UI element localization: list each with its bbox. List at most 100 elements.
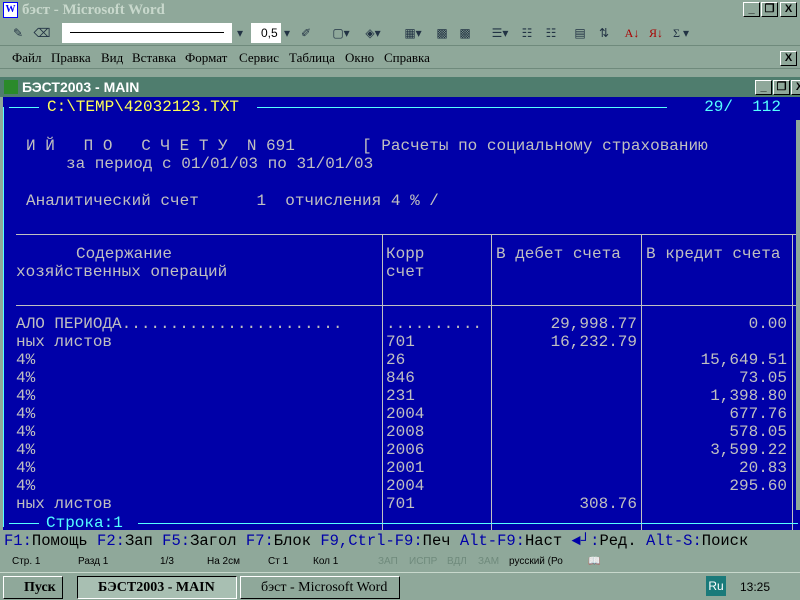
fkey-6[interactable]: ◄┘: — [572, 532, 600, 550]
row-desc: 4% — [16, 477, 36, 495]
menu-table[interactable]: Таблица — [289, 50, 335, 66]
analytic-account: Аналитический счет 1 отчисления 4 % / — [26, 192, 439, 210]
clock: 13:25 — [740, 580, 771, 594]
borders-icon[interactable]: ▢▾ — [326, 23, 356, 43]
row-korr: 2004 — [386, 477, 425, 495]
insert-table-icon[interactable]: ▦▾ — [398, 23, 428, 43]
fkey-3[interactable]: F7: — [246, 532, 274, 550]
scrollbar[interactable] — [796, 120, 800, 510]
restore-button[interactable]: ❐ — [761, 2, 778, 17]
fkey-7[interactable]: Alt-S: — [646, 532, 702, 550]
status-col: Кол 1 — [313, 556, 339, 567]
app-icon — [4, 80, 18, 94]
dos-restore-button[interactable]: ❐ — [773, 80, 790, 95]
chevron-down-icon[interactable]: ▾ — [281, 23, 293, 43]
row-korr: .......... — [386, 315, 483, 333]
row-credit: 15,649.51 — [700, 351, 787, 369]
line-style-select[interactable] — [62, 23, 232, 43]
menu-view[interactable]: Вид — [101, 50, 123, 66]
fkey-2[interactable]: F5: — [162, 532, 190, 550]
task-best[interactable]: БЭСТ2003 - MAIN — [77, 576, 237, 599]
sort-descending-icon[interactable]: Я↓ — [646, 23, 666, 43]
task-word[interactable]: бэст - Microsoft Word — [240, 576, 400, 599]
border-color-icon[interactable]: ✐ — [296, 23, 316, 43]
row-desc: 4% — [16, 405, 36, 423]
header-description-1: Содержание — [76, 245, 173, 263]
row-korr: 2004 — [386, 405, 425, 423]
status-at: На 2см — [207, 556, 240, 567]
status-line-num: Ст 1 — [268, 556, 289, 567]
line-weight-select[interactable]: 0,5 — [251, 23, 281, 43]
status-rec[interactable]: ЗАП — [378, 556, 398, 567]
header-credit: В кредит счета — [646, 245, 781, 263]
row-credit: 1,398.80 — [710, 387, 787, 405]
row-credit: 20.83 — [738, 459, 787, 477]
file-path: C:\TEMP\42032123.TXT — [47, 98, 240, 116]
status-pages: 1/3 — [160, 556, 174, 567]
minimize-button[interactable]: _ — [743, 2, 760, 17]
eraser-icon[interactable]: ⌫ — [32, 23, 52, 43]
fkey-label: Печ — [422, 532, 451, 550]
dos-close-button[interactable]: X — [791, 80, 800, 95]
row-credit: 0.00 — [748, 315, 787, 333]
dos-minimize-button[interactable]: _ — [755, 80, 772, 95]
row-korr: 701 — [386, 333, 415, 351]
row-desc: АЛО ПЕРИОДА....................... — [16, 315, 343, 333]
fkey-5[interactable]: Alt-F9: — [460, 532, 525, 550]
row-korr: 701 — [386, 495, 415, 513]
dos-window-title: БЭСТ2003 - MAIN — [22, 79, 140, 95]
menu-tools[interactable]: Сервис — [239, 50, 279, 66]
status-ext[interactable]: ВДЛ — [447, 556, 467, 567]
spelling-icon[interactable]: 📖 — [588, 556, 600, 567]
fkey-4[interactable]: F9,Ctrl-F9: — [320, 532, 422, 550]
align-icon[interactable]: ☰▾ — [485, 23, 515, 43]
autoformat-icon[interactable]: ▤ — [570, 23, 590, 43]
word-status-bar: Стр. 1 Разд 1 1/3 На 2см Ст 1 Кол 1 ЗАП … — [0, 553, 800, 571]
close-document-button[interactable]: X — [780, 51, 797, 66]
change-direction-icon[interactable]: ⇅ — [594, 23, 614, 43]
row-korr: 846 — [386, 369, 415, 387]
row-desc: ных листов — [16, 333, 113, 351]
autosum-icon[interactable]: Σ ▾ — [668, 23, 694, 43]
menu-window[interactable]: Окно — [345, 50, 374, 66]
row-credit: 578.05 — [729, 423, 787, 441]
merge-cells-icon[interactable]: ▩ — [432, 23, 452, 43]
menu-format[interactable]: Формат — [185, 50, 227, 66]
row-desc: 4% — [16, 441, 36, 459]
word-icon: W — [3, 2, 18, 18]
row-credit: 73.05 — [738, 369, 787, 387]
menu-file[interactable]: Файл — [12, 50, 42, 66]
language-indicator[interactable]: Ru — [706, 576, 726, 596]
fkey-label: Помощь — [31, 532, 88, 550]
status-trk[interactable]: ИСПР — [409, 556, 437, 567]
status-ovr[interactable]: ЗАМ — [478, 556, 499, 567]
close-button[interactable]: X — [780, 2, 797, 17]
row-desc: ных листов — [16, 495, 113, 513]
fkey-label: Поиск — [701, 532, 749, 550]
shading-color-icon[interactable]: ◈▾ — [358, 23, 388, 43]
start-button[interactable]: Пуск — [3, 576, 63, 599]
menu-edit[interactable]: Правка — [51, 50, 91, 66]
dos-console[interactable]: C:\TEMP\42032123.TXT 29/ 112 И Й П О С Ч… — [0, 97, 800, 537]
fkey-label: Блок — [273, 532, 312, 550]
row-desc: 4% — [16, 387, 36, 405]
sort-ascending-icon[interactable]: A↓ — [622, 23, 642, 43]
fkey-label: Ред. — [599, 532, 637, 550]
menu-bar: Файл Правка Вид Вставка Формат Сервис Та… — [0, 47, 800, 69]
page-position: 29/ 112 — [704, 98, 781, 116]
word-title-bar: W бэст - Microsoft Word — [0, 0, 800, 20]
row-debit: 29,998.77 — [550, 315, 637, 333]
menu-help[interactable]: Справка — [384, 50, 430, 66]
menu-insert[interactable]: Вставка — [132, 50, 176, 66]
distribute-rows-icon[interactable]: ☷ — [517, 23, 537, 43]
pencil-icon[interactable]: ✎ — [8, 23, 28, 43]
fkey-0[interactable]: F1: — [4, 532, 32, 550]
chevron-down-icon[interactable]: ▾ — [233, 23, 247, 43]
distribute-columns-icon[interactable]: ☷ — [541, 23, 561, 43]
dos-window-title-bar: БЭСТ2003 - MAIN — [0, 77, 800, 97]
row-credit: 295.60 — [729, 477, 787, 495]
fkey-1[interactable]: F2: — [97, 532, 125, 550]
start-label: Пуск — [24, 580, 56, 595]
split-cells-icon[interactable]: ▩ — [455, 23, 475, 43]
row-korr: 2006 — [386, 441, 425, 459]
